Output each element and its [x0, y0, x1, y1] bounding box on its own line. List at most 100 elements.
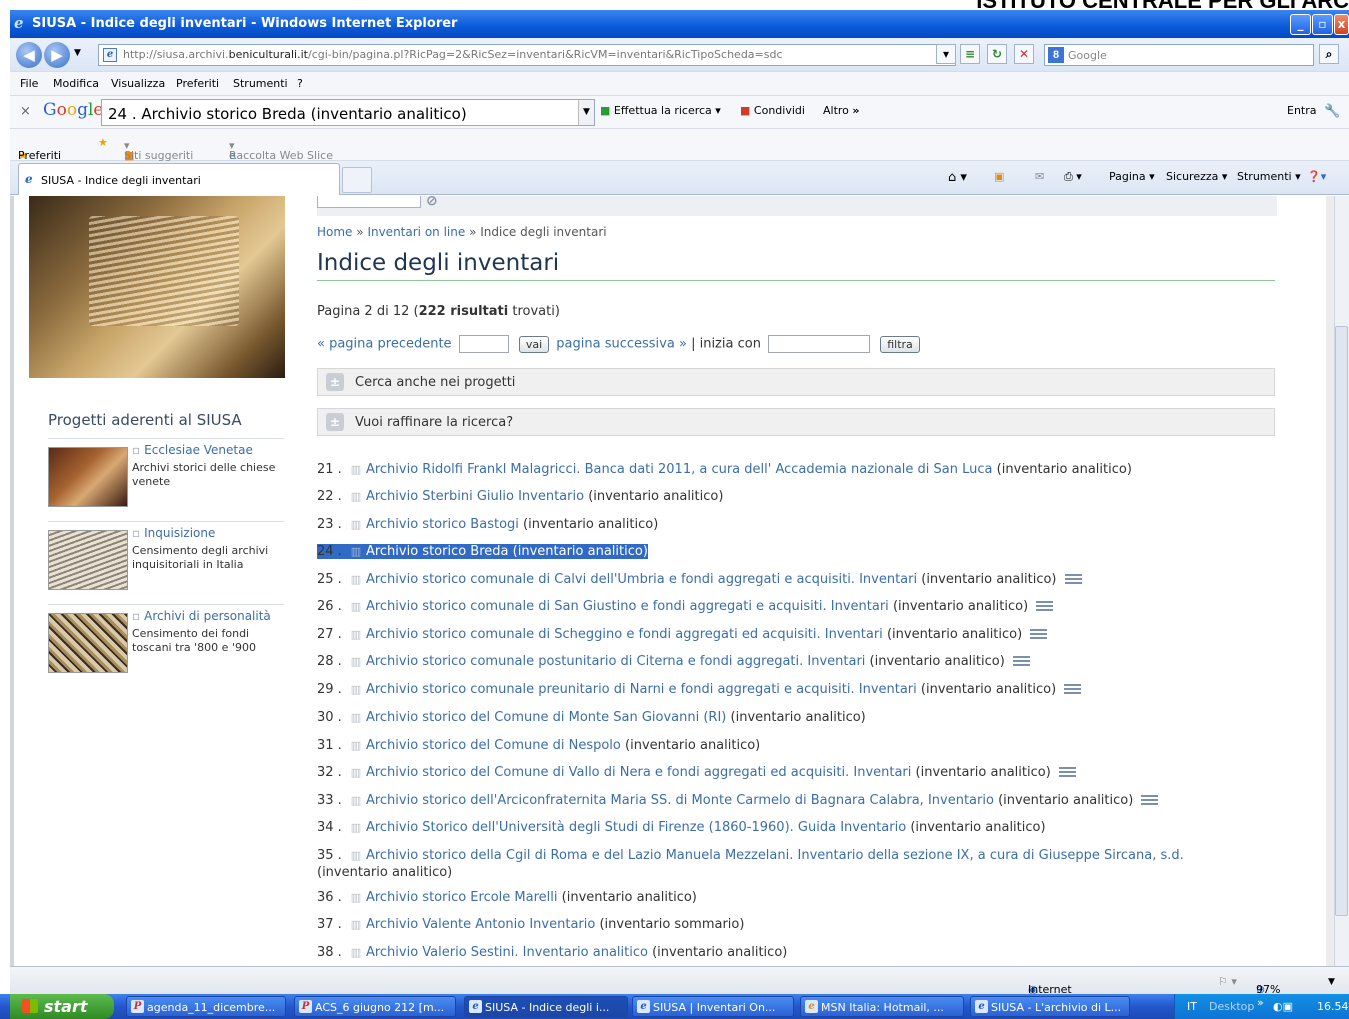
project-item[interactable]: ▫ Ecclesiae Venetae Archivi storici delle…	[48, 438, 284, 508]
security-menu[interactable]: Sicurezza ▾	[1166, 170, 1227, 183]
starts-with-input[interactable]	[768, 335, 871, 353]
list-item: 23 . ▥ Archivio storico Bastogi (inventar…	[317, 517, 659, 532]
document-icon[interactable]	[1012, 656, 1030, 667]
result-link[interactable]: Archivio storico Breda	[366, 544, 509, 559]
project-item[interactable]: ▫ Archivi di personalità Censimento dei f…	[48, 604, 284, 674]
list-item: 26 . ▥ Archivio storico comunale di San G…	[317, 598, 1054, 615]
result-link[interactable]: Archivio storico del Comune di Monte San…	[366, 710, 726, 725]
menu-strumenti[interactable]: Strumenti	[233, 77, 288, 90]
page-number-input[interactable]	[458, 335, 509, 353]
tab-bar: e SIUSA - Indice degli inventari ⌂ ▾ ▣ ✉…	[10, 161, 1349, 195]
menu-file[interactable]: File	[20, 77, 38, 90]
result-link[interactable]: Archivio Storico dell'Università degli S…	[366, 820, 906, 835]
tab-siusa[interactable]: e SIUSA - Indice degli inventari	[18, 163, 340, 195]
compatibility-icon[interactable]: ≡	[960, 44, 980, 64]
language-indicator[interactable]: IT	[1187, 1000, 1197, 1013]
history-dropdown-icon[interactable]: ▼	[74, 48, 81, 58]
menu-modifica[interactable]: Modifica	[53, 77, 99, 90]
wrench-icon[interactable]: 🔧	[1324, 104, 1340, 119]
taskbar-item[interactable]: e SIUSA - Indice degli i...	[464, 996, 628, 1017]
forward-button[interactable]: ▶	[44, 42, 70, 68]
taskbar-item[interactable]: Pagenda_11_dicembre...	[126, 996, 286, 1017]
page-menu[interactable]: Pagina ▾	[1109, 170, 1155, 183]
document-icon[interactable]	[1058, 767, 1076, 778]
menu-help[interactable]: ?	[297, 77, 303, 90]
chevron-down-icon[interactable]: ▼	[578, 100, 594, 125]
zoom-dropdown-icon[interactable]: ▼	[1328, 977, 1335, 987]
help-icon[interactable]: ❓▾	[1307, 170, 1326, 183]
filter-button[interactable]: filtra	[880, 335, 920, 353]
taskbar-item[interactable]: P ACS_6 giugno 212 [m...	[294, 996, 456, 1017]
menu-visualizza[interactable]: Visualizza	[111, 77, 165, 90]
breadcrumb-home[interactable]: Home	[317, 225, 352, 239]
mail-icon[interactable]: ✉	[1035, 170, 1044, 183]
start-button[interactable]: start	[10, 994, 114, 1019]
google-search-input[interactable]: 24 . Archivio storico Breda (inventario …	[101, 99, 595, 126]
taskbar-item[interactable]: e SIUSA - L'archivio di L...	[970, 996, 1130, 1017]
document-icon[interactable]	[1064, 574, 1082, 585]
print-icon[interactable]: ⎙ ▾	[1064, 170, 1082, 184]
webslice-button[interactable]: e Raccolta Web Slice ▾	[229, 139, 333, 162]
google-search-button[interactable]: ■ Effettua la ricerca ▾	[600, 104, 721, 117]
feeds-icon[interactable]: ▣	[994, 170, 1004, 183]
search-input[interactable]: 8 Google	[1044, 44, 1314, 66]
site-search-input[interactable]	[317, 196, 421, 208]
scrollbar-thumb[interactable]	[1335, 326, 1348, 916]
list-item: 33 . ▥ Archivio storico dell'Arciconfrate…	[317, 792, 1159, 809]
address-dropdown-icon[interactable]: ▾	[936, 44, 956, 64]
search-projects-panel[interactable]: ± Cerca anche nei progetti	[317, 368, 1275, 396]
next-page-link[interactable]: pagina successiva »	[556, 337, 687, 352]
result-link[interactable]: Archivio storico dell'Arciconfraternita …	[366, 793, 994, 808]
close-toolbar-icon[interactable]: ×	[20, 104, 31, 119]
desktop-toolbar[interactable]: Desktop	[1209, 1000, 1254, 1013]
share-button[interactable]: ■ Condividi	[740, 104, 805, 117]
home-icon[interactable]: ⌂ ▾	[948, 170, 967, 185]
taskbar-item[interactable]: e MSN Italia: Hotmail, ...	[800, 996, 964, 1017]
tools-menu[interactable]: Strumenti ▾	[1237, 170, 1301, 183]
search-icon[interactable]: ⊘	[426, 196, 438, 209]
protected-mode-icon[interactable]: ⚐ ▾	[1218, 975, 1237, 988]
signin-button[interactable]: Entra	[1287, 104, 1317, 117]
result-link[interactable]: Archivio storico comunale preunitario di…	[366, 682, 917, 697]
result-link[interactable]: Archivio storico comunale di San Giustin…	[366, 599, 889, 614]
maximize-button[interactable]: ▫	[1312, 14, 1333, 35]
result-link[interactable]: Archivio storico Bastogi	[366, 517, 519, 532]
search-icon[interactable]: ⌕	[1319, 44, 1339, 64]
add-favorite-icon[interactable]: ★	[98, 136, 108, 149]
result-link[interactable]: Archivio storico comunale di Calvi dell'…	[366, 572, 917, 587]
result-link[interactable]: Archivio storico del Comune di Nespolo	[366, 738, 621, 753]
result-link[interactable]: Archivio storico Ercole Marelli	[366, 890, 558, 905]
menu-preferiti[interactable]: Preferiti	[176, 77, 219, 90]
suggested-sites-button[interactable]: ■ Siti suggeriti ▾	[124, 139, 193, 162]
document-icon[interactable]	[1064, 684, 1082, 695]
stop-icon[interactable]: ✕	[1014, 44, 1034, 64]
document-icon[interactable]	[1141, 795, 1159, 806]
back-button[interactable]: ◀	[16, 42, 42, 68]
document-icon[interactable]	[1036, 601, 1054, 612]
result-link[interactable]: Archivio Valente Antonio Inventario	[366, 917, 595, 932]
close-button[interactable]: x	[1334, 14, 1349, 35]
more-button[interactable]: Altro »	[823, 104, 860, 117]
result-link[interactable]: Archivio storico comunale postunitario d…	[366, 654, 865, 669]
minimize-button[interactable]: _	[1290, 14, 1311, 35]
result-link[interactable]: Archivio Valerio Sestini. Inventario ana…	[366, 945, 648, 960]
result-link[interactable]: Archivio Ridolfi Frankl Malagricci. Banc…	[366, 462, 993, 477]
document-icon[interactable]	[1030, 629, 1048, 640]
taskbar-item[interactable]: e SIUSA | Inventari On...	[632, 996, 794, 1017]
breadcrumb-inventari[interactable]: Inventari on line	[367, 225, 465, 239]
new-tab-button[interactable]	[342, 167, 372, 193]
go-button[interactable]: vai	[518, 335, 550, 353]
list-item: 37 . ▥ Archivio Valente Antonio Inventari…	[317, 917, 745, 932]
result-link[interactable]: Archivio Sterbini Giulio Inventario	[366, 489, 584, 504]
refine-search-panel[interactable]: ± Vuoi raffinare la ricerca?	[317, 408, 1275, 436]
project-item[interactable]: ▫ Inquisizione Censimento degli archivi i…	[48, 521, 284, 591]
result-link[interactable]: Archivio storico della Cgil di Roma e de…	[366, 848, 1184, 863]
refresh-icon[interactable]: ↻	[987, 44, 1007, 64]
list-item-selected: 24 . ▥ Archivio storico Breda (inventario…	[317, 544, 648, 559]
result-link[interactable]: Archivio storico del Comune di Vallo di …	[366, 765, 911, 780]
prev-page-link[interactable]: « pagina precedente	[317, 337, 452, 352]
chevron-icon[interactable]: »	[1257, 996, 1264, 1009]
address-input[interactable]: e http://siusa.archivi.beniculturali.it/…	[98, 44, 956, 66]
result-link[interactable]: Archivio storico comunale di Scheggino e…	[366, 627, 883, 642]
list-item: 32 . ▥ Archivio storico del Comune di Val…	[317, 764, 1076, 781]
